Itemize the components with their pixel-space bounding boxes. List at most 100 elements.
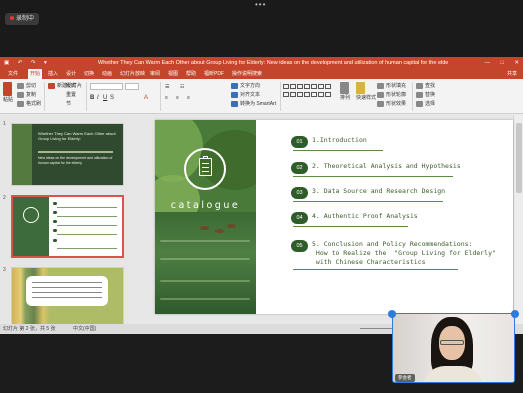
slide-heading: catalogue	[170, 200, 241, 211]
thumbnail-line	[57, 248, 117, 249]
quick-styles-button[interactable]: 快速样式	[356, 82, 376, 101]
numbering-icon[interactable]: ☷	[180, 84, 184, 90]
resize-handle[interactable]	[511, 310, 519, 318]
font-color-button[interactable]: A	[144, 95, 148, 101]
thumbnail-line	[57, 225, 117, 226]
reset-button[interactable]: 重置	[66, 91, 76, 98]
ribbon-home: 粘贴 剪切 复制 格式刷 新建幻灯片 版式 重置 节 B I U S A ☰ ☷…	[0, 79, 523, 114]
italic-button[interactable]: I	[97, 95, 99, 101]
share-button[interactable]: 共享	[507, 69, 517, 79]
maximize-button[interactable]: □	[501, 60, 504, 66]
thumbnail-number: 2	[3, 195, 6, 201]
arrange-label: 排列	[340, 95, 351, 101]
shape-effects-button[interactable]: 形状效果	[377, 100, 406, 107]
arrange-icon	[340, 82, 349, 94]
clipboard-icon	[23, 207, 39, 223]
thumbnail-line	[32, 297, 102, 298]
slide-thumbnail-2[interactable]	[11, 195, 124, 258]
redo-icon[interactable]: ↷	[31, 60, 36, 66]
cut-button[interactable]: 剪切	[17, 82, 36, 89]
window-controls: — □ ✕	[476, 57, 520, 69]
thumbnail-line	[32, 287, 102, 288]
tab-insert[interactable]: 插入	[46, 69, 60, 79]
more-options-icon[interactable]: •••	[255, 1, 269, 9]
toc-text: 2. Theoretical Analysis and Hypothesis	[312, 162, 461, 170]
format-painter-button[interactable]: 格式刷	[17, 100, 41, 107]
tab-review[interactable]: 审阅	[148, 69, 162, 79]
align-right-icon[interactable]: ≡	[187, 95, 190, 101]
scrollbar-thumb[interactable]	[516, 123, 522, 193]
shape-outline-button[interactable]: 形状轮廓	[377, 91, 406, 98]
bullets-icon[interactable]: ☰	[165, 84, 169, 90]
text-direction-label: 文字方向	[240, 83, 261, 89]
align-text-label: 对齐文本	[240, 92, 261, 98]
center-icon[interactable]: ≡	[176, 95, 179, 101]
meeting-top-bar: 录制中 •••	[0, 0, 523, 57]
clipboard-icon	[199, 156, 212, 176]
find-button[interactable]: 查找	[416, 82, 435, 89]
new-slide-button[interactable]: 新建幻灯片	[48, 82, 82, 89]
resize-handle[interactable]	[388, 310, 396, 318]
participant-name-label: 参会者	[395, 374, 415, 382]
text-direction-button[interactable]: 文字方向	[231, 82, 260, 89]
copy-button[interactable]: 复制	[17, 91, 36, 98]
ripple-shape	[160, 240, 250, 242]
toc-text: 5. Conclusion and Policy Recommendations…	[312, 240, 496, 266]
webcam-overlay[interactable]: 参会者	[392, 313, 515, 383]
minimize-button[interactable]: —	[485, 60, 491, 66]
glasses-shape	[440, 340, 464, 345]
tab-help[interactable]: 帮助	[184, 69, 198, 79]
shadow-button[interactable]: S	[110, 95, 114, 101]
slide-thumbnail-1[interactable]: Whether They Can Warm Each Other about G…	[11, 123, 124, 186]
lotus-pond-photo: catalogue	[155, 120, 256, 314]
tell-me-search[interactable]: 操作说明搜索	[230, 69, 264, 79]
section-button[interactable]: 节	[66, 100, 71, 107]
smartart-icon	[231, 100, 238, 107]
language-indicator[interactable]: 中文(中国)	[73, 324, 96, 334]
thumbnail-line	[32, 282, 102, 283]
vertical-scrollbar[interactable]	[513, 115, 523, 324]
current-slide[interactable]: catalogue 01 1.Introduction 02 2. Theore…	[155, 120, 513, 314]
paste-label: 粘贴	[3, 97, 14, 103]
title-bar: ▣ ↶ ↷ ▾ Whether They Can Warm Each Other…	[0, 57, 523, 69]
paste-button[interactable]: 粘贴	[3, 82, 14, 103]
font-size-select[interactable]	[125, 83, 139, 90]
tab-animations[interactable]: 动画	[100, 69, 114, 79]
shapes-gallery[interactable]	[283, 83, 338, 105]
thumbnail-line	[57, 207, 117, 208]
shape-fill-button[interactable]: 形状填充	[377, 82, 406, 89]
align-text-button[interactable]: 对齐文本	[231, 91, 260, 98]
tab-home[interactable]: 开始	[28, 69, 43, 79]
tab-transitions[interactable]: 切换	[82, 69, 96, 79]
copy-label: 复制	[26, 92, 37, 98]
save-icon[interactable]: ▣	[4, 60, 9, 66]
tab-file[interactable]: 文件	[6, 69, 20, 79]
pen-icon	[377, 91, 384, 98]
recording-indicator[interactable]: 录制中	[5, 13, 40, 25]
arrange-button[interactable]: 排列	[340, 82, 351, 101]
underline-button[interactable]: U	[103, 95, 107, 101]
tab-view[interactable]: 视图	[166, 69, 180, 79]
replace-icon	[416, 91, 423, 98]
undo-icon[interactable]: ↶	[18, 60, 23, 66]
copy-icon	[17, 91, 24, 98]
layout-button[interactable]: 版式	[66, 82, 76, 89]
ribbon-tabs: 文件 开始 插入 设计 切换 动画 幻灯片放映 审阅 视图 帮助 福昕PDF 操…	[0, 69, 523, 79]
document-title: Whether They Can Warm Each Other about G…	[98, 60, 448, 66]
font-name-select[interactable]	[90, 83, 123, 90]
select-button[interactable]: 选择	[416, 100, 435, 107]
tab-foxit-pdf[interactable]: 福昕PDF	[202, 69, 226, 79]
thumbnail-badge	[53, 202, 57, 205]
align-left-icon[interactable]: ≡	[165, 95, 168, 101]
tab-design[interactable]: 设计	[64, 69, 78, 79]
ribbon-divider	[412, 82, 413, 111]
thumbnail-image	[13, 197, 49, 256]
close-button[interactable]: ✕	[514, 60, 519, 66]
smartart-button[interactable]: 转换为 SmartArt	[231, 100, 276, 107]
bold-button[interactable]: B	[90, 95, 94, 101]
slide-thumbnail-3[interactable]	[11, 267, 124, 330]
customize-icon[interactable]: ▾	[44, 60, 47, 66]
replace-button[interactable]: 替换	[416, 91, 435, 98]
checklist-line	[202, 163, 209, 164]
tab-slideshow[interactable]: 幻灯片放映	[118, 69, 147, 79]
